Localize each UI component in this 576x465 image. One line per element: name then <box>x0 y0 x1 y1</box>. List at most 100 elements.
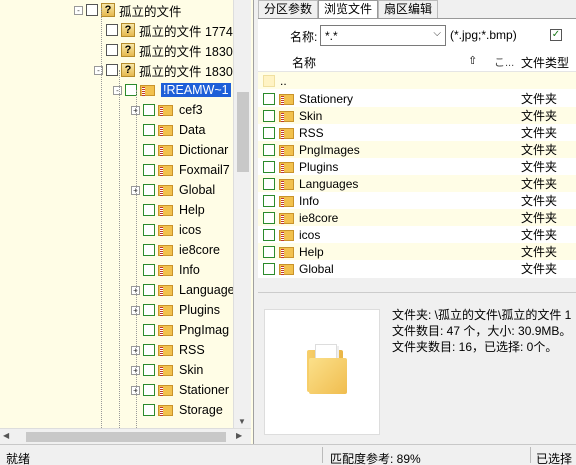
file-list-row[interactable]: ie8core 文件夹 <box>258 209 576 226</box>
tree-item[interactable]: Help <box>131 200 205 220</box>
folder-icon <box>158 303 174 317</box>
file-list-row[interactable]: Skin 文件夹 <box>258 107 576 124</box>
tree-item[interactable]: + RSS <box>131 340 205 360</box>
tree-item[interactable]: icos <box>131 220 201 240</box>
status-ready: 就绪 <box>6 452 31 465</box>
file-list-row[interactable]: Help 文件夹 <box>258 243 576 260</box>
row-checkbox[interactable] <box>263 194 275 207</box>
tree-item[interactable]: Dictionar <box>131 140 228 160</box>
tree-expander-icon[interactable]: - <box>74 5 83 15</box>
tree-item-checkbox[interactable] <box>143 164 155 176</box>
pane-splitter[interactable] <box>258 278 576 292</box>
row-checkbox[interactable] <box>263 177 275 190</box>
scroll-down-arrow-icon[interactable]: ▼ <box>238 417 246 426</box>
tree-item[interactable]: Data <box>131 120 205 140</box>
tree-item-label: Language <box>179 283 235 297</box>
file-list-row[interactable]: icos 文件夹 <box>258 226 576 243</box>
tree-item-checkbox[interactable] <box>106 64 118 76</box>
file-list[interactable]: 名称 ⇧ こ... 文件类型 .. Stationery 文件夹 Skin 文件夹 RS… <box>258 50 576 278</box>
row-checkbox[interactable] <box>263 211 275 224</box>
row-type: 文件夹 <box>521 177 558 191</box>
column-type-header[interactable]: 文件类型 <box>521 54 569 71</box>
folder-icon <box>158 163 174 177</box>
file-list-row[interactable]: Plugins 文件夹 <box>258 158 576 175</box>
tree-item-checkbox[interactable] <box>143 324 155 336</box>
tree-item[interactable]: PngImag <box>131 320 229 340</box>
tree-item-checkbox[interactable] <box>143 344 155 356</box>
tree-item[interactable]: ie8core <box>131 240 220 260</box>
sort-up-icon[interactable]: ⇧ <box>468 54 477 67</box>
file-list-row[interactable]: RSS 文件夹 <box>258 124 576 141</box>
tree-scroll-thumb[interactable] <box>237 92 249 172</box>
tree-item-checkbox[interactable] <box>143 364 155 376</box>
tree-item[interactable]: Info <box>131 260 200 280</box>
scroll-left-arrow-icon[interactable]: ◀ <box>3 431 9 440</box>
tree-hscroll-thumb[interactable] <box>26 432 226 442</box>
tree-item-checkbox[interactable] <box>143 264 155 276</box>
tree-item-checkbox[interactable] <box>143 204 155 216</box>
column-truncated-header[interactable]: こ... <box>494 54 514 70</box>
tree-item-checkbox[interactable] <box>86 4 98 16</box>
tree-item-checkbox[interactable] <box>143 404 155 416</box>
file-list-row[interactable]: Global 文件夹 <box>258 260 576 277</box>
folder-icon <box>158 363 174 377</box>
tree-item-label: Global <box>179 183 216 197</box>
tree-item[interactable]: -? 孤立的文件 <box>74 0 182 20</box>
tree-item-checkbox[interactable] <box>143 384 155 396</box>
row-checkbox[interactable] <box>263 245 275 258</box>
tree-item-checkbox[interactable] <box>143 124 155 136</box>
row-checkbox[interactable] <box>263 160 275 173</box>
tree-item[interactable]: - !REAMW~1 <box>113 80 231 100</box>
tree-item[interactable]: + Language <box>131 280 235 300</box>
row-checkbox[interactable] <box>263 126 275 139</box>
tree-item[interactable]: -? 孤立的文件 1830 <box>94 60 233 80</box>
tree-item[interactable]: + Stationer <box>131 380 229 400</box>
row-checkbox[interactable] <box>263 109 275 122</box>
chevron-down-icon[interactable]: ⌵ <box>433 28 441 39</box>
tree-item[interactable]: Foxmail7 <box>131 160 230 180</box>
tree-item[interactable]: Storage <box>131 400 223 420</box>
tree-item-checkbox[interactable] <box>143 244 155 256</box>
file-list-row[interactable]: PngImages 文件夹 <box>258 141 576 158</box>
row-checkbox[interactable] <box>263 228 275 241</box>
file-list-row[interactable]: Info 文件夹 <box>258 192 576 209</box>
tree-item-checkbox[interactable] <box>143 224 155 236</box>
tab-partition-params[interactable]: 分区参数 <box>258 0 319 18</box>
tree-item-checkbox[interactable] <box>106 44 118 56</box>
folder-tree[interactable]: Storage + Stationer + Skin + RSS PngImag + Plugin… <box>0 0 254 444</box>
column-name-header[interactable]: 名称 <box>292 54 316 71</box>
tree-item[interactable]: ? 孤立的文件 1830 <box>94 40 233 60</box>
row-checkbox[interactable] <box>263 92 275 105</box>
file-list-row[interactable]: Languages 文件夹 <box>258 175 576 192</box>
tree-item-label: Foxmail7 <box>179 163 230 177</box>
parent-folder-row[interactable]: .. <box>258 72 576 89</box>
file-list-row[interactable]: Stationery 文件夹 <box>258 90 576 107</box>
tree-item-checkbox[interactable] <box>143 184 155 196</box>
tree-item-checkbox[interactable] <box>143 284 155 296</box>
filter-bar: 名称: *.* ⌵ (*.jpg;*.bmp) ✓ <box>258 18 576 50</box>
tree-item[interactable]: + cef3 <box>131 100 203 120</box>
scroll-right-arrow-icon[interactable]: ▶ <box>236 431 242 440</box>
filter-checkbox[interactable]: ✓ <box>550 29 562 41</box>
filter-name-combobox[interactable]: *.* ⌵ <box>320 25 446 46</box>
tree-item[interactable]: + Skin <box>131 360 203 380</box>
tree-item-checkbox[interactable] <box>106 24 118 36</box>
row-checkbox[interactable] <box>263 262 275 275</box>
tree-vertical-scrollbar[interactable]: ▼ <box>233 0 251 428</box>
tree-item[interactable]: ? 孤立的文件 1774 <box>94 20 233 40</box>
unknown-folder-icon: ? <box>101 3 115 17</box>
large-folder-icon <box>307 344 347 394</box>
tree-horizontal-scrollbar[interactable]: ◀ ▶ <box>0 428 251 444</box>
row-checkbox[interactable] <box>263 143 275 156</box>
tree-item[interactable]: + Global <box>131 180 215 200</box>
tab-sector-edit[interactable]: 扇区编辑 <box>378 0 439 18</box>
tree-item-checkbox[interactable] <box>143 144 155 156</box>
folder-icon <box>158 403 174 417</box>
tree-item-checkbox[interactable] <box>143 104 155 116</box>
tab-browse-files[interactable]: 浏览文件 <box>318 0 379 18</box>
tree-expander-icon[interactable]: - <box>113 85 122 95</box>
folder-icon <box>158 243 174 257</box>
tree-item[interactable]: + Plugins <box>131 300 220 320</box>
tree-item-checkbox[interactable] <box>143 304 155 316</box>
row-name: ie8core <box>299 210 339 225</box>
